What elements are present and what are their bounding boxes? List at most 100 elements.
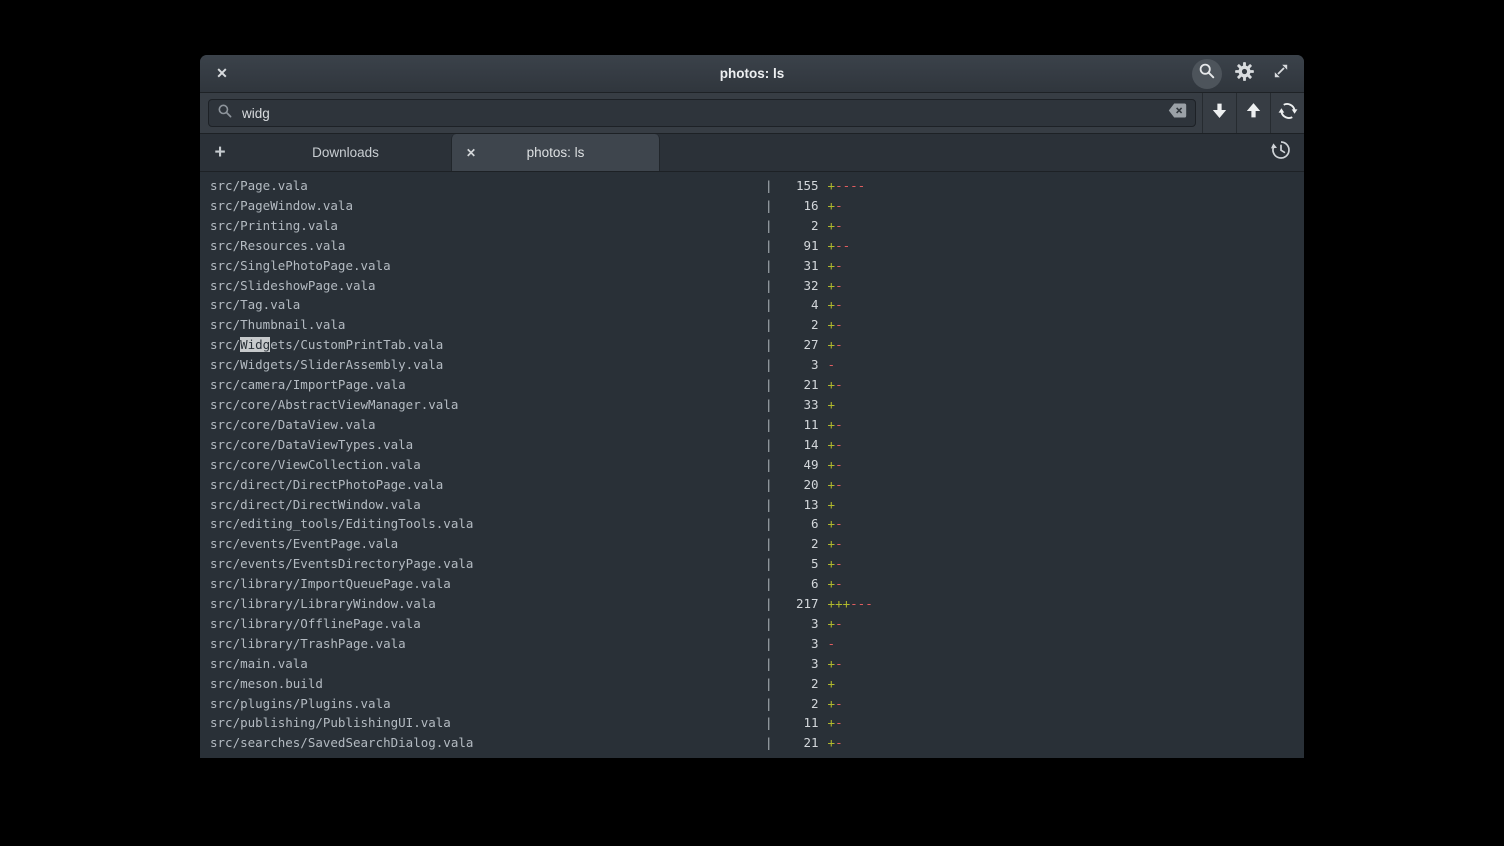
plus-mark: +: [828, 477, 836, 492]
stat-separator: |: [765, 574, 773, 594]
minus-mark: -: [835, 218, 843, 233]
file-path: src/camera/ImportPage.vala: [210, 375, 765, 395]
diff-marks: +: [828, 753, 836, 757]
plus-mark: +: [828, 198, 836, 213]
stat-separator: |: [765, 455, 773, 475]
stat-separator: |: [765, 315, 773, 335]
tab-photos-ls[interactable]: ✕ photos: ls: [451, 134, 660, 171]
stat-separator: |: [765, 176, 773, 196]
minus-mark: -: [835, 576, 843, 591]
changed-lines-count: 3: [773, 634, 819, 654]
file-path: src/meson.build: [210, 674, 765, 694]
tab-close-icon[interactable]: ✕: [466, 134, 476, 171]
minus-mark: -: [835, 457, 843, 472]
diff-marks: +: [828, 395, 836, 415]
history-button[interactable]: [1263, 134, 1299, 171]
file-path: src/direct/DirectWindow.vala: [210, 495, 765, 515]
settings-button[interactable]: [1229, 59, 1259, 89]
terminal-row: src/events/EventPage.vala|2+-: [210, 534, 1304, 554]
terminal-row: src/plugins/Plugins.vala|2+-: [210, 694, 1304, 714]
plus-mark: +: [828, 178, 836, 193]
search-toggle-button[interactable]: [1192, 59, 1222, 89]
find-next-button[interactable]: [1202, 93, 1236, 133]
gear-icon: [1234, 61, 1255, 87]
file-path: src/SinglePhotoPage.vala: [210, 256, 765, 276]
diff-marks: +-: [828, 475, 843, 495]
tab-label: photos: ls: [527, 145, 585, 160]
diff-marks: +-: [828, 614, 843, 634]
diff-marks: +-: [828, 713, 843, 733]
terminal-row: src/Tag.vala|4+-: [210, 295, 1304, 315]
stat-separator: |: [765, 733, 773, 753]
minus-mark: -: [835, 656, 843, 671]
stat-separator: |: [765, 713, 773, 733]
fullscreen-button[interactable]: [1266, 59, 1296, 89]
new-tab-button[interactable]: +: [200, 134, 240, 171]
terminal-row: src/direct/DirectWindow.vala|13+: [210, 495, 1304, 515]
changed-lines-count: 3: [773, 614, 819, 634]
terminal-window: ✕ photos: ls: [200, 55, 1304, 758]
file-path: src/plugins/Plugins.vala: [210, 694, 765, 714]
diff-marks: +----: [828, 176, 866, 196]
terminal-row: src/library/OfflinePage.vala|3+-: [210, 614, 1304, 634]
tab-bar: + Downloads ✕ photos: ls: [200, 134, 1304, 172]
diff-marks: +-: [828, 514, 843, 534]
minus-mark: -: [843, 238, 851, 253]
stat-separator: |: [765, 753, 773, 757]
changed-lines-count: 6: [773, 574, 819, 594]
changed-lines-count: 2: [773, 315, 819, 335]
stat-separator: |: [765, 236, 773, 256]
diff-marks: +: [828, 674, 836, 694]
stat-separator: |: [765, 634, 773, 654]
file-path: src/Widgets/SliderAssembly.vala: [210, 355, 765, 375]
diff-marks: +-: [828, 654, 843, 674]
terminal-body[interactable]: src/Page.vala|155+----src/PageWindow.val…: [200, 172, 1304, 757]
terminal-row: src/events/EventsDirectoryPage.vala|5+-: [210, 554, 1304, 574]
terminal-row: src/SinglePhotoPage.vala|31+-: [210, 256, 1304, 276]
minus-mark: -: [835, 437, 843, 452]
minus-mark: -: [835, 337, 843, 352]
file-path: src/PageWindow.vala: [210, 196, 765, 216]
changed-lines-count: 33: [773, 395, 819, 415]
changed-lines-count: 21: [773, 375, 819, 395]
plus-mark: +: [843, 596, 851, 611]
window-close-button[interactable]: ✕: [209, 61, 235, 87]
stat-separator: |: [765, 256, 773, 276]
stat-separator: |: [765, 276, 773, 296]
file-path: src/events/EventsDirectoryPage.vala: [210, 554, 765, 574]
changed-lines-count: 155: [773, 176, 819, 196]
changed-lines-count: 49: [773, 455, 819, 475]
diff-marks: +-: [828, 315, 843, 335]
plus-mark: +: [828, 238, 836, 253]
clear-search-button[interactable]: [1168, 103, 1187, 123]
stat-separator: |: [765, 475, 773, 495]
wrap-around-button[interactable]: [1270, 93, 1304, 133]
diff-marks: +-: [828, 534, 843, 554]
plus-mark: +: [828, 417, 836, 432]
diff-marks: +-: [828, 295, 843, 315]
changed-lines-count: 2: [773, 534, 819, 554]
find-previous-button[interactable]: [1236, 93, 1270, 133]
tab-label: Downloads: [312, 145, 379, 160]
diff-marks: +-: [828, 733, 843, 753]
plus-mark: +: [828, 576, 836, 591]
minus-mark: -: [835, 278, 843, 293]
changed-lines-count: 27: [773, 335, 819, 355]
stat-separator: |: [765, 196, 773, 216]
plus-mark: +: [828, 715, 836, 730]
file-path: src/direct/DirectPhotoPage.vala: [210, 475, 765, 495]
plus-mark: +: [835, 596, 843, 611]
search-bar: widg: [200, 93, 1304, 134]
terminal-row: src/Resources.vala|91+--: [210, 236, 1304, 256]
search-input[interactable]: widg: [208, 99, 1196, 127]
changed-lines-count: 14: [773, 435, 819, 455]
minus-mark: -: [828, 357, 836, 372]
tab-downloads[interactable]: Downloads: [240, 134, 451, 171]
changed-lines-count: 2: [773, 753, 819, 757]
wrap-around-icon: [1278, 101, 1298, 126]
minus-mark: -: [835, 516, 843, 531]
file-path: src/library/TrashPage.vala: [210, 634, 765, 654]
plus-mark: +: [828, 377, 836, 392]
changed-lines-count: 2: [773, 694, 819, 714]
plus-mark: +: [828, 218, 836, 233]
